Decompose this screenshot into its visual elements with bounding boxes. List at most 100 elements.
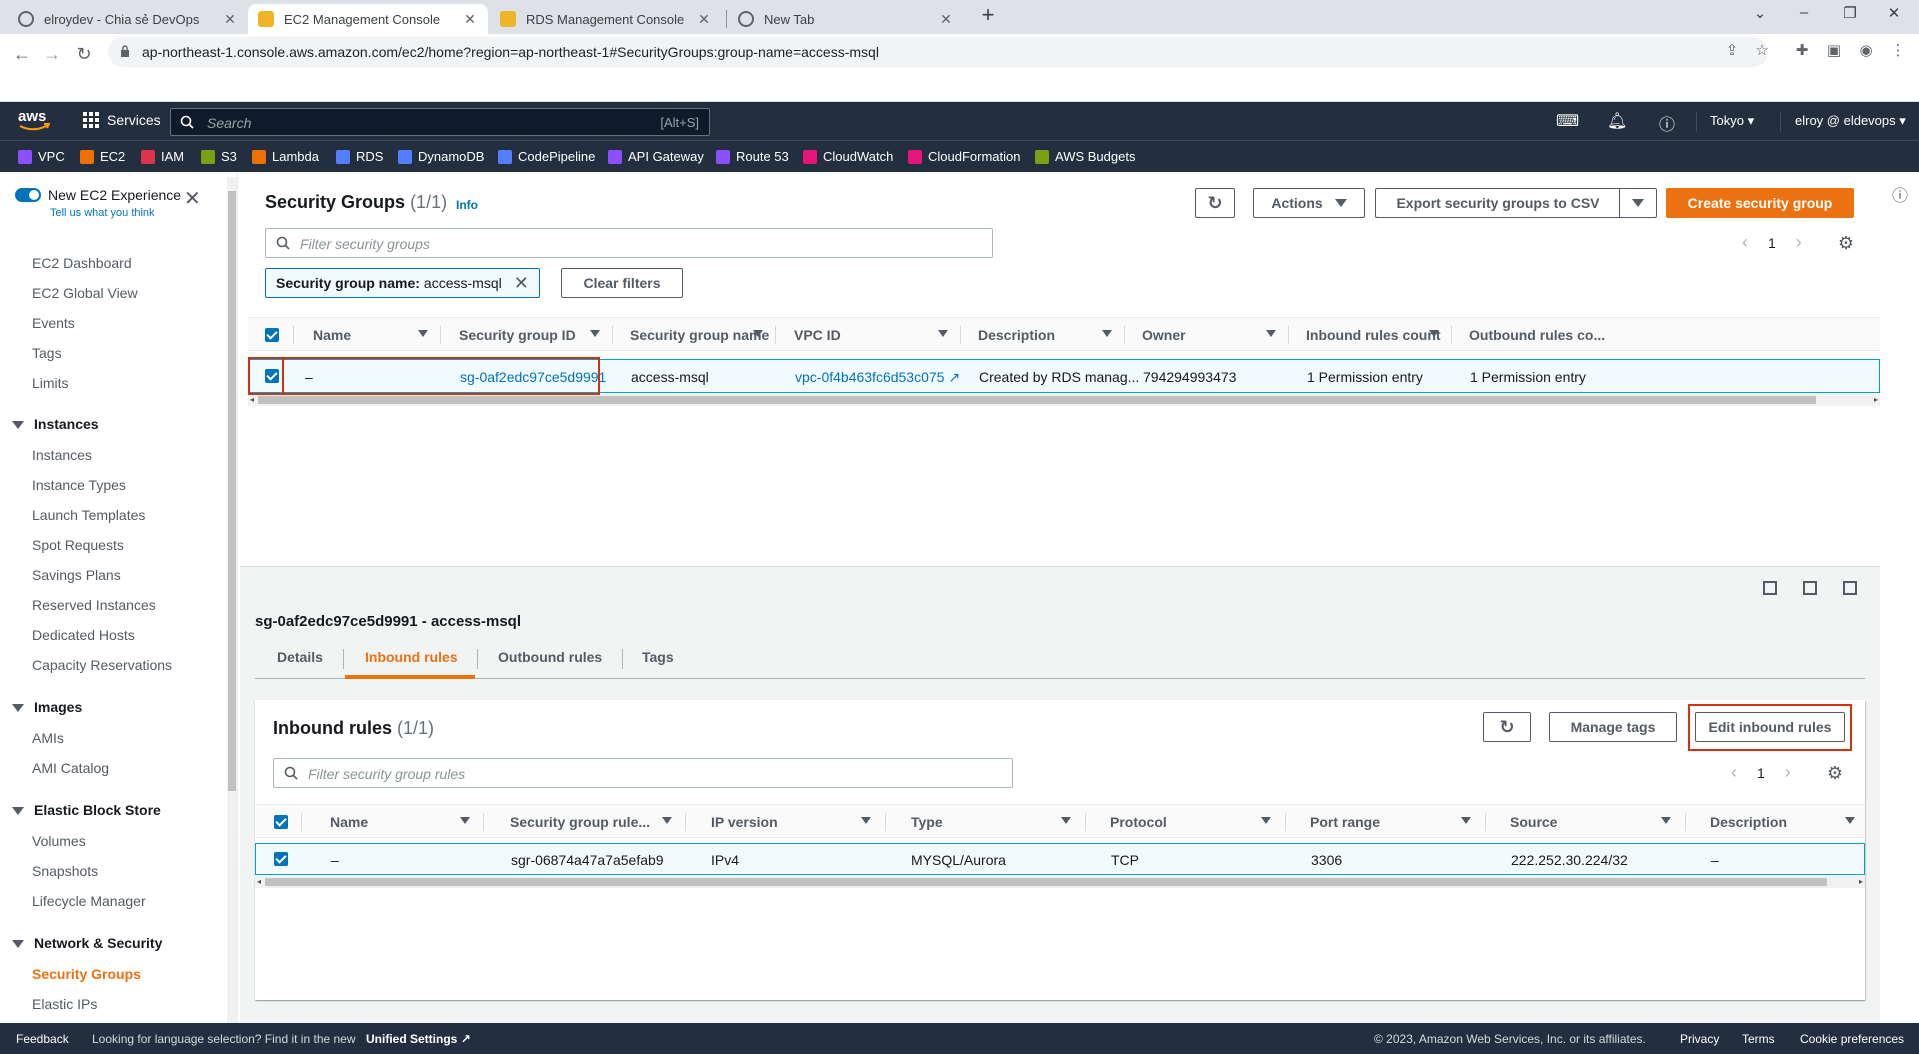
scrollbar-thumb[interactable] xyxy=(258,396,1816,404)
sidebar-section-elastic-block-store[interactable]: Elastic Block Store xyxy=(12,802,161,818)
table-horizontal-scrollbar[interactable]: ◂ ▸ xyxy=(248,394,1880,406)
manage-tags-button[interactable]: Manage tags xyxy=(1549,712,1677,742)
column-header-description[interactable]: Description xyxy=(978,327,1055,343)
scroll-left-icon[interactable]: ◂ xyxy=(250,394,254,406)
select-all-checkbox[interactable] xyxy=(274,815,288,829)
tab-search-icon[interactable]: ⌄ xyxy=(1742,4,1778,22)
favorite-rds[interactable]: RDS xyxy=(336,149,383,164)
tab-inbound-rules[interactable]: Inbound rules xyxy=(365,649,458,665)
browser-tab[interactable]: New Tab ✕ xyxy=(728,4,964,34)
cookie-preferences-link[interactable]: Cookie preferences xyxy=(1800,1032,1904,1046)
privacy-link[interactable]: Privacy xyxy=(1680,1032,1719,1046)
bookmark-star-icon[interactable]: ☆ xyxy=(1750,39,1774,63)
new-tab-icon[interactable]: + xyxy=(970,2,1006,28)
scrollbar-thumb[interactable] xyxy=(228,191,236,791)
column-header-ip-version[interactable]: IP version xyxy=(711,814,778,830)
sort-icon[interactable] xyxy=(1261,817,1271,824)
column-header-port-range[interactable]: Port range xyxy=(1310,814,1380,830)
preferences-gear-icon[interactable]: ⚙ xyxy=(1836,233,1856,253)
account-menu[interactable]: elroy @ eldevops ▾ xyxy=(1795,113,1906,129)
tab-outbound-rules[interactable]: Outbound rules xyxy=(498,649,602,665)
close-tab-icon[interactable]: ✕ xyxy=(462,11,478,28)
feedback-link[interactable]: Feedback xyxy=(16,1032,69,1046)
column-header-security-group-name[interactable]: Security group name xyxy=(630,327,769,343)
column-header-inbound-rules-count[interactable]: Inbound rules count xyxy=(1306,327,1441,343)
select-all-checkbox[interactable] xyxy=(265,328,279,342)
info-link[interactable]: Info xyxy=(456,198,478,212)
cloudshell-icon[interactable]: ⌨ xyxy=(1556,111,1579,131)
sort-icon[interactable] xyxy=(1061,817,1071,824)
current-page[interactable]: 1 xyxy=(1757,765,1765,781)
tab-details[interactable]: Details xyxy=(277,649,323,665)
unified-settings-link[interactable]: Unified Settings ↗ xyxy=(366,1032,471,1046)
sidebar-item-savings-plans[interactable]: Savings Plans xyxy=(32,567,121,583)
sort-icon[interactable] xyxy=(1429,330,1439,337)
favorite-ec2[interactable]: EC2 xyxy=(80,149,125,164)
column-header-name[interactable]: Name xyxy=(313,327,351,343)
favorite-route53[interactable]: Route 53 xyxy=(716,149,789,164)
favorite-cloudwatch[interactable]: CloudWatch xyxy=(803,149,893,164)
browser-menu-icon[interactable]: ⋮ xyxy=(1886,39,1910,63)
aws-logo-icon[interactable]: aws xyxy=(18,107,50,133)
favorite-lambda[interactable]: Lambda xyxy=(252,149,319,164)
scroll-right-icon[interactable]: ▸ xyxy=(1874,394,1878,406)
next-page-icon[interactable]: › xyxy=(1796,232,1802,253)
side-panel-icon[interactable]: ▣ xyxy=(1822,39,1846,63)
clear-filters-button[interactable]: Clear filters xyxy=(561,268,683,298)
scrollbar-thumb[interactable] xyxy=(265,878,1827,886)
actions-button[interactable]: Actions xyxy=(1253,188,1365,218)
reload-icon[interactable]: ↻ xyxy=(70,40,98,68)
table-horizontal-scrollbar[interactable]: ◂ ▸ xyxy=(255,876,1865,888)
restore-icon[interactable]: ❐ xyxy=(1832,4,1868,22)
remove-filter-icon[interactable]: ✕ xyxy=(514,273,529,294)
favorite-s3[interactable]: S3 xyxy=(201,149,237,164)
sort-icon[interactable] xyxy=(1845,817,1855,824)
close-tab-icon[interactable]: ✕ xyxy=(696,11,712,28)
pane-fullscreen-icon[interactable] xyxy=(1843,581,1857,595)
column-header-description[interactable]: Description xyxy=(1710,814,1787,830)
next-page-icon[interactable]: › xyxy=(1785,762,1791,783)
sort-icon[interactable] xyxy=(1266,330,1276,337)
terms-link[interactable]: Terms xyxy=(1742,1032,1775,1046)
current-page[interactable]: 1 xyxy=(1768,235,1776,251)
favorite-api-gateway[interactable]: API Gateway xyxy=(608,149,704,164)
favorite-cloudformation[interactable]: CloudFormation xyxy=(908,149,1021,164)
close-tab-icon[interactable]: ✕ xyxy=(938,11,954,28)
sidebar-item-limits[interactable]: Limits xyxy=(32,375,69,391)
column-header-source[interactable]: Source xyxy=(1510,814,1557,830)
sort-icon[interactable] xyxy=(662,817,672,824)
aws-search-input[interactable]: Search [Alt+S] xyxy=(170,108,710,136)
share-icon[interactable]: ⇪ xyxy=(1720,39,1744,63)
sort-icon[interactable] xyxy=(418,330,428,337)
notifications-bell-icon[interactable]: 🔔︎ xyxy=(1607,111,1627,131)
favorite-dynamodb[interactable]: DynamoDB xyxy=(398,149,484,164)
sort-icon[interactable] xyxy=(590,330,600,337)
sidebar-item-ec2-global-view[interactable]: EC2 Global View xyxy=(32,285,138,301)
sidebar-section-images[interactable]: Images xyxy=(12,699,82,715)
sidebar-item-elastic-ips[interactable]: Elastic IPs xyxy=(32,996,97,1012)
sidebar-item-volumes[interactable]: Volumes xyxy=(32,833,86,849)
favorite-iam[interactable]: IAM xyxy=(141,149,184,164)
browser-tab[interactable]: elroydev - Chia sẻ DevOps ✕ xyxy=(8,4,248,34)
browser-tab[interactable]: RDS Management Console ✕ xyxy=(490,4,722,34)
sidebar-item-security-groups[interactable]: Security Groups xyxy=(32,966,141,982)
column-header-type[interactable]: Type xyxy=(911,814,943,830)
scroll-left-icon[interactable]: ◂ xyxy=(257,876,261,888)
filter-security-groups-input[interactable]: Filter security groups xyxy=(265,228,993,258)
profile-avatar-icon[interactable]: ◉ xyxy=(1854,39,1878,63)
extensions-icon[interactable]: ✚ xyxy=(1790,39,1814,63)
address-bar[interactable]: ap-northeast-1.console.aws.amazon.com/ec… xyxy=(108,37,1768,67)
column-header-outbound-rules-count[interactable]: Outbound rules co... xyxy=(1469,327,1605,343)
sidebar-item-events[interactable]: Events xyxy=(32,315,75,331)
sidebar-scrollbar[interactable] xyxy=(227,177,237,1023)
tab-tags[interactable]: Tags xyxy=(642,649,674,665)
preferences-gear-icon[interactable]: ⚙ xyxy=(1825,763,1845,783)
column-header-security-group-id[interactable]: Security group ID xyxy=(459,327,576,343)
row-checkbox[interactable] xyxy=(274,852,288,866)
previous-page-icon[interactable]: ‹ xyxy=(1742,232,1748,253)
new-experience-toggle[interactable] xyxy=(15,188,41,202)
refresh-button[interactable]: ↻ xyxy=(1195,188,1235,218)
services-menu[interactable]: Services xyxy=(83,112,161,128)
region-selector[interactable]: Tokyo ▾ xyxy=(1710,113,1754,129)
close-tab-icon[interactable]: ✕ xyxy=(222,11,238,28)
